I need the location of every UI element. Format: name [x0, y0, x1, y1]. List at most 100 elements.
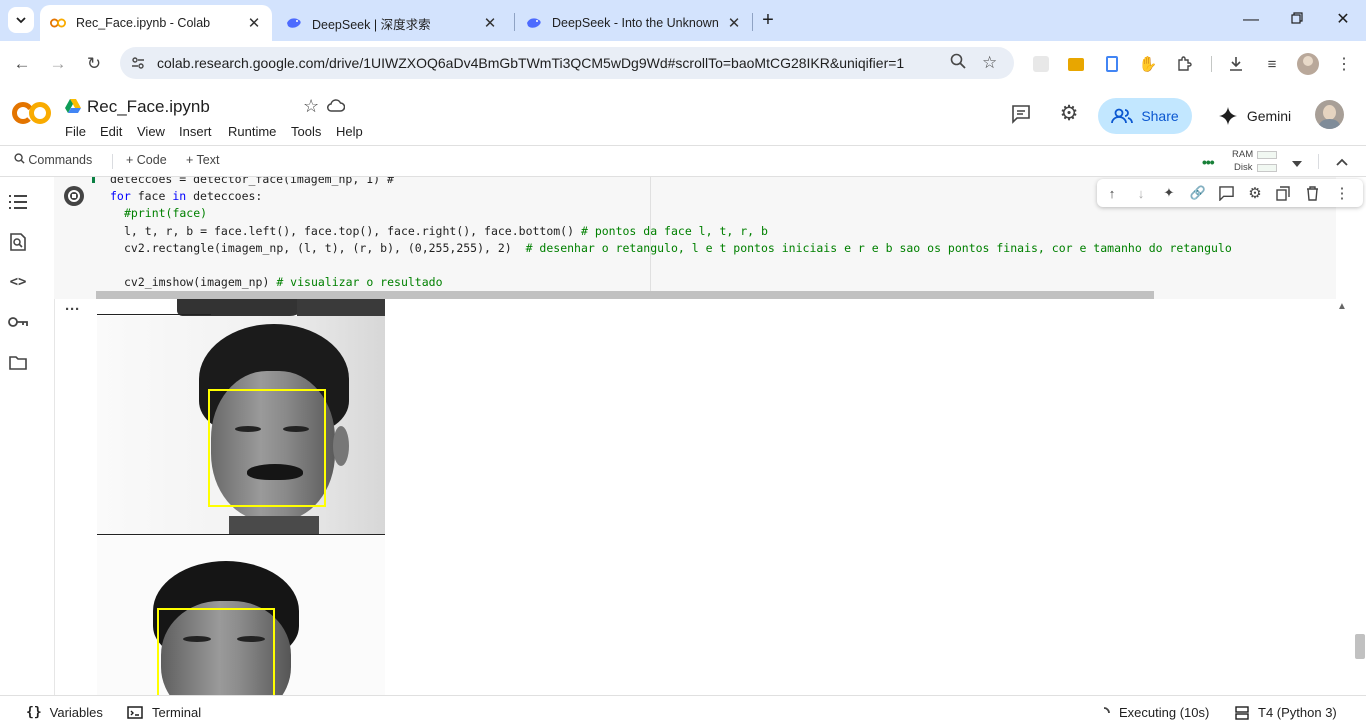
ram-meter: [1257, 151, 1277, 159]
download-icon[interactable]: [1225, 53, 1247, 75]
execution-status[interactable]: Executing (10s): [1098, 705, 1209, 720]
code-comment: #print(face): [124, 206, 208, 220]
cell-settings-icon[interactable]: ⚙: [1246, 184, 1264, 202]
bookmark-star-icon[interactable]: ☆: [982, 53, 1002, 73]
close-tab-icon[interactable]: ✕: [480, 14, 500, 32]
mirror-cell-icon[interactable]: [1274, 184, 1292, 202]
gemini-sparkle-icon[interactable]: ✦: [1160, 184, 1178, 202]
hand-extension-icon[interactable]: ✋: [1137, 53, 1159, 75]
browser-tab-deepseek-unknown[interactable]: DeepSeek - Into the Unknown ✕: [516, 5, 752, 41]
back-button[interactable]: ←: [8, 50, 36, 78]
star-icon[interactable]: ☆: [303, 96, 319, 117]
notebook-title[interactable]: Rec_Face.ipynb: [87, 97, 210, 117]
toolbar-divider: [1211, 56, 1212, 72]
comments-button[interactable]: [1011, 104, 1033, 126]
tab-search-button[interactable]: [8, 7, 34, 33]
notebook-toolbar: Commands + Code + Text ••• RAM Disk: [0, 146, 1366, 177]
restore-button[interactable]: [1282, 8, 1312, 32]
left-sidebar: <>: [0, 177, 36, 695]
gemini-label: Gemini: [1246, 108, 1292, 124]
run-cell-button[interactable]: [64, 186, 84, 206]
cloud-icon[interactable]: [327, 99, 346, 115]
code-cell[interactable]: deteccoes = detector_face(imagem_np, 1) …: [54, 177, 1363, 299]
minimize-icon: —: [1243, 11, 1259, 28]
output-actions-icon[interactable]: ···: [65, 301, 80, 318]
collapse-output-icon[interactable]: ▲: [1337, 301, 1347, 312]
code-comment: # visualizar o resultado: [276, 275, 443, 289]
horizontal-scrollbar[interactable]: [96, 291, 1154, 299]
variables-button[interactable]: {} Variables: [26, 705, 103, 720]
collapse-header-button[interactable]: [1336, 155, 1348, 170]
menu-runtime[interactable]: Runtime: [228, 124, 276, 139]
browser-menu-icon[interactable]: ⋮: [1333, 53, 1355, 75]
cell-output: ··· ▲: [54, 299, 1347, 695]
close-tab-icon[interactable]: ✕: [244, 14, 264, 32]
zoom-icon[interactable]: [950, 53, 970, 73]
resource-monitor[interactable]: RAM Disk: [1228, 148, 1284, 174]
code-line: l, t, r, b = face.left(), face.top(), fa…: [124, 224, 768, 238]
media-control-icon[interactable]: ≡: [1261, 53, 1283, 75]
site-info-icon[interactable]: [130, 55, 146, 71]
add-code-button[interactable]: + Code: [126, 153, 167, 167]
find-replace-icon[interactable]: [7, 231, 29, 253]
face-detection-box: [157, 608, 275, 695]
plus-icon: +: [762, 9, 774, 31]
runtime-info[interactable]: T4 (Python 3): [1235, 705, 1337, 720]
tab-title: DeepSeek | 深度求索: [312, 17, 431, 32]
add-text-button[interactable]: + Text: [186, 153, 219, 167]
move-up-icon[interactable]: ↑: [1103, 184, 1121, 202]
share-button[interactable]: Share: [1098, 98, 1192, 134]
new-tab-button[interactable]: +: [756, 8, 780, 32]
settings-button[interactable]: ⚙: [1058, 103, 1080, 125]
folder-extension-icon[interactable]: [1065, 53, 1087, 75]
browser-tab-deepseek[interactable]: DeepSeek | 深度求索 ✕: [276, 5, 508, 41]
account-avatar[interactable]: [1315, 100, 1344, 129]
runtime-status-dots-icon[interactable]: •••: [1202, 154, 1215, 170]
minimize-button[interactable]: —: [1236, 8, 1266, 32]
ram-label: RAM: [1232, 149, 1254, 160]
menu-file[interactable]: File: [65, 124, 86, 139]
key-secrets-icon[interactable]: [7, 311, 29, 333]
folder-files-icon[interactable]: [7, 351, 29, 373]
browser-tab-colab[interactable]: Rec_Face.ipynb - Colab ✕: [40, 5, 272, 41]
code-snippets-icon[interactable]: <>: [7, 271, 29, 293]
vertical-scrollbar[interactable]: [1355, 634, 1365, 659]
link-icon[interactable]: 🔗: [1189, 184, 1207, 202]
table-of-contents-icon[interactable]: [7, 191, 29, 213]
notebook-area: deteccoes = detector_face(imagem_np, 1) …: [36, 177, 1366, 695]
chevron-down-icon: [16, 17, 26, 24]
comment-icon[interactable]: [1217, 184, 1235, 202]
reload-button[interactable]: ↻: [80, 50, 108, 78]
delete-icon[interactable]: [1303, 184, 1321, 202]
address-bar[interactable]: colab.research.google.com/drive/1UIWZXOQ…: [120, 47, 1014, 79]
colab-logo[interactable]: [11, 100, 52, 126]
resource-dropdown[interactable]: [1292, 156, 1302, 171]
comment-icon: [1012, 105, 1030, 124]
server-icon: [1235, 705, 1249, 720]
profile-avatar[interactable]: [1297, 53, 1319, 75]
move-down-icon[interactable]: ↓: [1132, 184, 1150, 202]
close-window-button[interactable]: ✕: [1328, 8, 1358, 32]
cell-running-indicator: [92, 177, 95, 183]
clipboard-extension-icon[interactable]: [1101, 53, 1123, 75]
plus-icon: +: [186, 153, 197, 167]
reload-icon: ↻: [86, 54, 102, 73]
forward-button[interactable]: →: [44, 50, 72, 78]
menu-edit[interactable]: Edit: [100, 124, 122, 139]
puzzle-extensions-icon[interactable]: [1173, 53, 1195, 75]
more-options-icon[interactable]: ⋮: [1333, 184, 1351, 202]
terminal-button[interactable]: Terminal: [127, 705, 201, 720]
caret-down-icon: [1292, 161, 1302, 167]
tab-separator: [752, 13, 753, 31]
gemini-button[interactable]: Gemini: [1210, 98, 1300, 134]
menu-help[interactable]: Help: [336, 124, 363, 139]
menu-tools[interactable]: Tools: [291, 124, 321, 139]
arrow-right-icon: →: [49, 54, 67, 73]
code-text: l, t, r, b = face.left(), face.top(), fa…: [124, 224, 581, 238]
commands-button[interactable]: Commands: [14, 153, 92, 167]
extension-icon[interactable]: [1030, 53, 1052, 75]
close-icon: ✕: [1336, 11, 1350, 28]
close-tab-icon[interactable]: ✕: [724, 14, 744, 32]
menu-insert[interactable]: Insert: [179, 124, 212, 139]
menu-view[interactable]: View: [137, 124, 165, 139]
